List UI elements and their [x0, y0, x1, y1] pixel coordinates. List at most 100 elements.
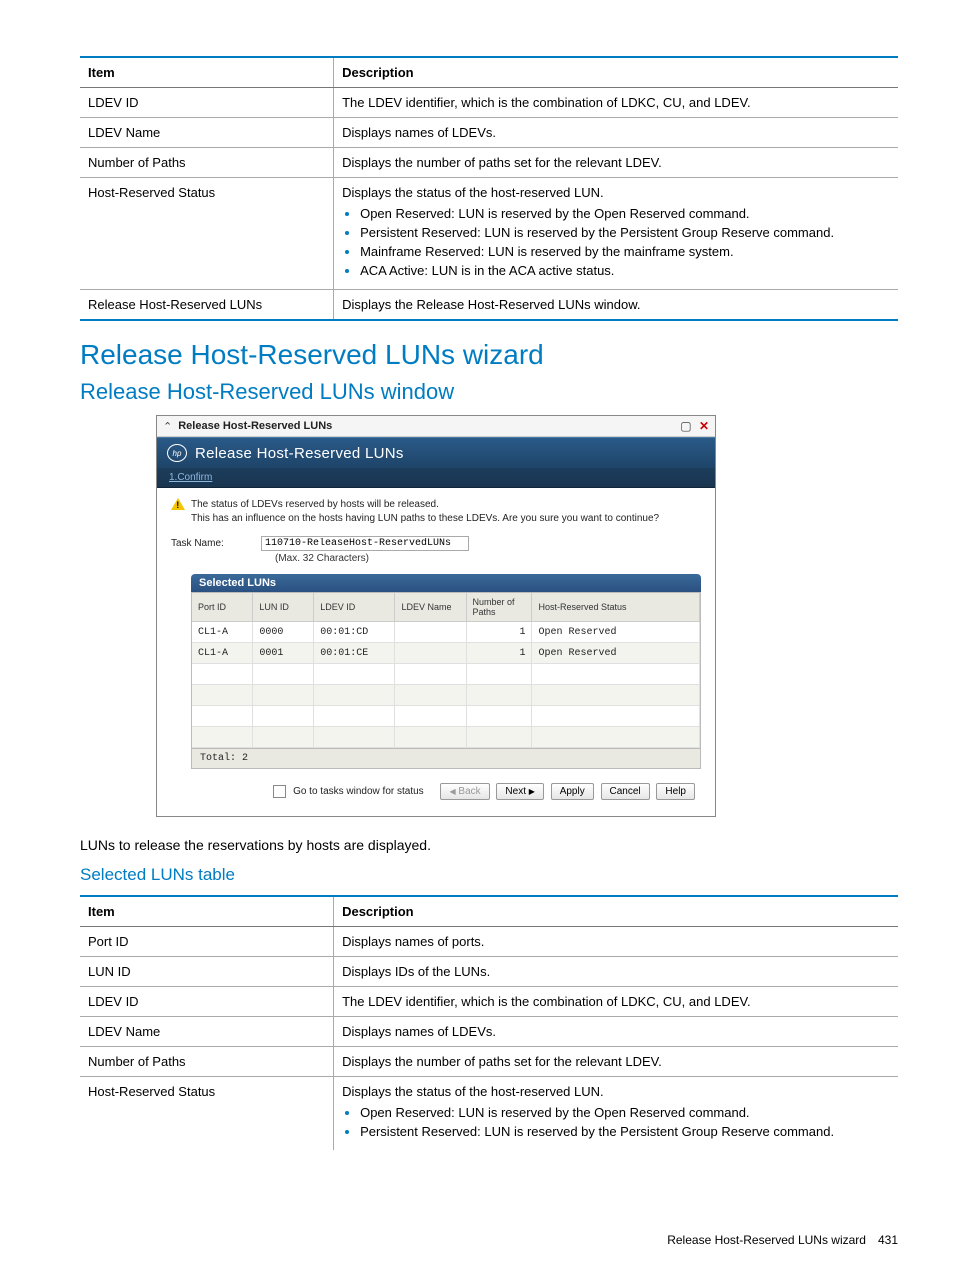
- description-cell: Displays the status of the host-reserved…: [334, 178, 898, 290]
- column-header[interactable]: Number of Paths: [466, 593, 532, 622]
- item-cell: Number of Paths: [80, 1047, 334, 1077]
- column-header[interactable]: LDEV Name: [395, 593, 466, 622]
- hp-logo-icon: [167, 444, 187, 462]
- step-confirm[interactable]: 1.Confirm: [169, 472, 212, 483]
- table-row: Release Host-Reserved LUNsDisplays the R…: [80, 290, 898, 321]
- item-cell: Release Host-Reserved LUNs: [80, 290, 334, 321]
- column-header[interactable]: LUN ID: [253, 593, 314, 622]
- item-cell: LDEV ID: [80, 88, 334, 118]
- item-cell: LUN ID: [80, 957, 334, 987]
- cell: [192, 706, 253, 727]
- cell: [314, 664, 395, 685]
- bullet-item: Mainframe Reserved: LUN is reserved by t…: [360, 244, 890, 259]
- bullet-item: ACA Active: LUN is in the ACA active sta…: [360, 263, 890, 278]
- cell: [192, 664, 253, 685]
- wizard-dialog: ⌃ Release Host-Reserved LUNs ▢ ✕ Release…: [156, 415, 716, 817]
- cell: [192, 685, 253, 706]
- cell: [192, 727, 253, 748]
- item-cell: LDEV Name: [80, 1017, 334, 1047]
- item-cell: Number of Paths: [80, 148, 334, 178]
- heading-window: Release Host-Reserved LUNs window: [80, 379, 898, 405]
- description-cell: Displays names of LDEVs.: [334, 1017, 898, 1047]
- cell: 0000: [253, 622, 314, 643]
- cancel-button[interactable]: Cancel: [601, 783, 650, 800]
- cell: [466, 685, 532, 706]
- maximize-icon[interactable]: ▢: [680, 419, 691, 433]
- go-to-tasks-label: Go to tasks window for status: [293, 786, 424, 797]
- table-row[interactable]: [192, 685, 700, 706]
- cell: [314, 685, 395, 706]
- page-footer: Release Host-Reserved LUNs wizard431: [667, 1233, 898, 1247]
- table-row[interactable]: [192, 706, 700, 727]
- table-row[interactable]: [192, 727, 700, 748]
- item-cell: Host-Reserved Status: [80, 1077, 334, 1151]
- cell: 1: [466, 643, 532, 664]
- task-name-input[interactable]: [261, 536, 469, 551]
- apply-button[interactable]: Apply: [551, 783, 594, 800]
- table-row: LDEV IDThe LDEV identifier, which is the…: [80, 987, 898, 1017]
- cell: 00:01:CE: [314, 643, 395, 664]
- column-header[interactable]: LDEV ID: [314, 593, 395, 622]
- table-row[interactable]: [192, 664, 700, 685]
- table-row: LDEV NameDisplays names of LDEVs.: [80, 118, 898, 148]
- cell: [466, 706, 532, 727]
- cell: [253, 685, 314, 706]
- go-to-tasks-checkbox[interactable]: [273, 785, 286, 798]
- next-button[interactable]: Next ▶: [496, 783, 544, 800]
- collapse-icon[interactable]: ⌃: [163, 420, 172, 433]
- bullet-item: Open Reserved: LUN is reserved by the Op…: [360, 1105, 890, 1120]
- description-cell: The LDEV identifier, which is the combin…: [334, 987, 898, 1017]
- body-paragraph: LUNs to release the reservations by host…: [80, 837, 898, 853]
- table-row: LDEV IDThe LDEV identifier, which is the…: [80, 88, 898, 118]
- column-header[interactable]: Host-Reserved Status: [532, 593, 700, 622]
- table-row: Host-Reserved StatusDisplays the status …: [80, 1077, 898, 1151]
- description-cell: The LDEV identifier, which is the combin…: [334, 88, 898, 118]
- heading-wizard: Release Host-Reserved LUNs wizard: [80, 339, 898, 371]
- cell: 1: [466, 622, 532, 643]
- item-cell: LDEV ID: [80, 987, 334, 1017]
- column-header[interactable]: Port ID: [192, 593, 253, 622]
- cell: [314, 706, 395, 727]
- cell: 00:01:CD: [314, 622, 395, 643]
- cell: [395, 643, 466, 664]
- help-button[interactable]: Help: [656, 783, 695, 800]
- description-cell: Displays names of ports.: [334, 927, 898, 957]
- description-cell: Displays names of LDEVs.: [334, 118, 898, 148]
- item-cell: Port ID: [80, 927, 334, 957]
- table-header: Description: [334, 57, 898, 88]
- table-row: LDEV NameDisplays names of LDEVs.: [80, 1017, 898, 1047]
- warning-icon: [171, 498, 185, 512]
- wizard-title-text: Release Host-Reserved LUNs: [178, 420, 680, 432]
- heading-selected-luns-table: Selected LUNs table: [80, 865, 898, 885]
- bullet-item: Persistent Reserved: LUN is reserved by …: [360, 225, 890, 240]
- close-icon[interactable]: ✕: [699, 419, 709, 433]
- cell: [395, 706, 466, 727]
- task-name-label: Task Name:: [171, 538, 261, 549]
- description-cell: Displays the number of paths set for the…: [334, 1047, 898, 1077]
- selected-luns-description-table: Item Description Port IDDisplays names o…: [80, 895, 898, 1150]
- table-row: Host-Reserved StatusDisplays the status …: [80, 178, 898, 290]
- cell: CL1-A: [192, 622, 253, 643]
- cell: [532, 685, 700, 706]
- selected-luns-table: Port IDLUN IDLDEV IDLDEV NameNumber of P…: [192, 593, 700, 748]
- table-row[interactable]: CL1-A000100:01:CE1Open Reserved: [192, 643, 700, 664]
- back-button[interactable]: ◀ Back: [440, 783, 489, 800]
- cell: [532, 664, 700, 685]
- table-row[interactable]: CL1-A000000:01:CD1Open Reserved: [192, 622, 700, 643]
- description-cell: Displays the Release Host-Reserved LUNs …: [334, 290, 898, 321]
- cell: CL1-A: [192, 643, 253, 664]
- table-header: Item: [80, 896, 334, 927]
- task-name-note: (Max. 32 Characters): [275, 553, 701, 564]
- wizard-header: Release Host-Reserved LUNs: [157, 437, 715, 468]
- cell: [466, 727, 532, 748]
- table-header: Description: [334, 896, 898, 927]
- cell: [314, 727, 395, 748]
- table-row: Number of PathsDisplays the number of pa…: [80, 1047, 898, 1077]
- wizard-step-bar: 1.Confirm: [157, 468, 715, 488]
- cell: Open Reserved: [532, 643, 700, 664]
- cell: [395, 685, 466, 706]
- cell: [253, 706, 314, 727]
- description-cell: Displays the number of paths set for the…: [334, 148, 898, 178]
- table-row: LUN IDDisplays IDs of the LUNs.: [80, 957, 898, 987]
- cell: [466, 664, 532, 685]
